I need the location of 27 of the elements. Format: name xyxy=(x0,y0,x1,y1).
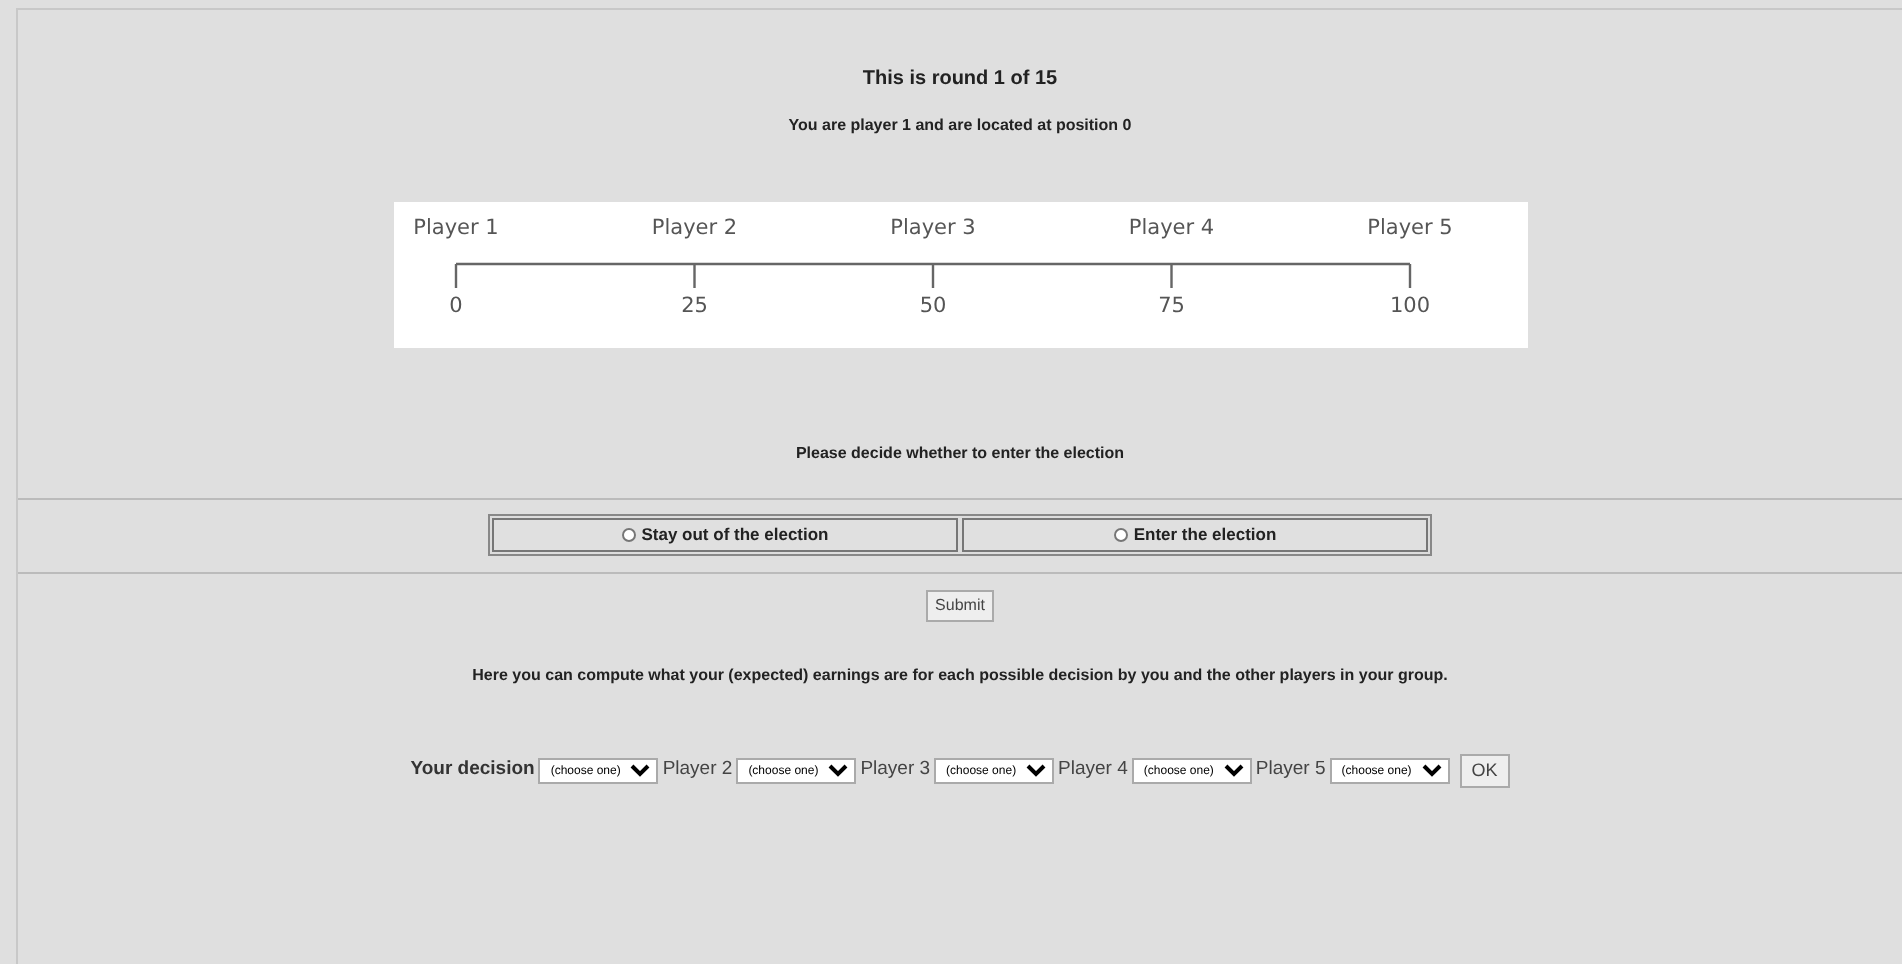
player-info: You are player 1 and are located at position 0 xyxy=(788,116,1132,134)
field-label: Your decision xyxy=(410,756,535,785)
player-label: Player 4 xyxy=(1128,216,1215,240)
field-label: Player 2 xyxy=(662,756,733,785)
submit-button[interactable]: Submit xyxy=(925,589,995,622)
field-label: Player 5 xyxy=(1255,756,1326,785)
player-label: Player 3 xyxy=(890,216,976,240)
radio-button[interactable] xyxy=(1113,527,1128,542)
radio-button[interactable] xyxy=(621,527,636,542)
earnings-intro: Here you can compute what your (expected) earnings are for each possible decision by you and the other players in your group. xyxy=(472,665,1448,684)
field-label: Player 3 xyxy=(860,756,931,785)
player-label: Player 2 xyxy=(651,216,738,240)
position-label: 0 xyxy=(449,294,463,318)
position-label: 50 xyxy=(919,294,947,318)
player-label: Player 1 xyxy=(413,216,499,240)
round-title: This is round 1 of 15 xyxy=(862,68,1058,90)
field-label: Player 4 xyxy=(1058,756,1128,785)
position-label: 100 xyxy=(1389,294,1431,318)
option-label: Stay out of the election xyxy=(641,522,829,548)
position-label: 75 xyxy=(1158,294,1185,318)
position-label: 25 xyxy=(681,294,708,318)
ok-button[interactable]: OK xyxy=(1459,753,1510,789)
player-label: Player 5 xyxy=(1367,216,1453,240)
option-cell[interactable]: Stay out of the election xyxy=(492,518,958,552)
option-label: Enter the election xyxy=(1133,522,1277,548)
election-prompt: Please decide whether to enter the election xyxy=(795,444,1125,462)
option-cell[interactable]: Enter the election xyxy=(962,518,1428,552)
